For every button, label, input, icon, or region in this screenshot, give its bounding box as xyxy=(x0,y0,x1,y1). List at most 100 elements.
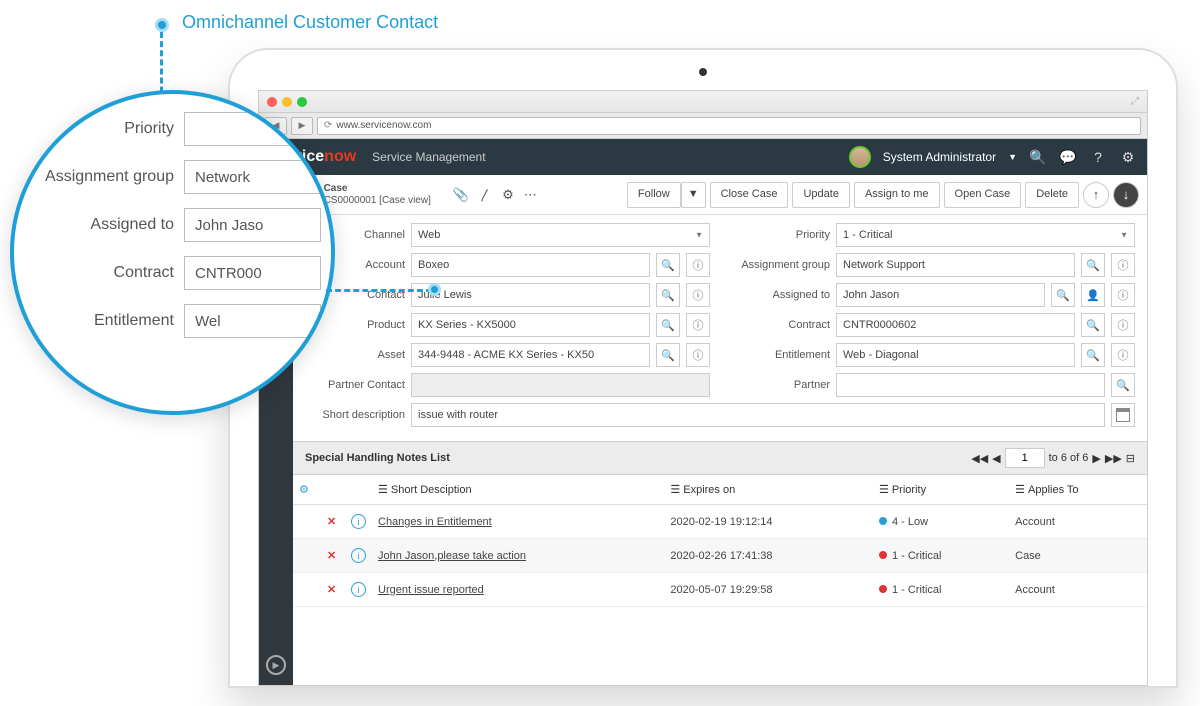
row-desc[interactable]: John Jason,please take action xyxy=(378,550,526,562)
contract-info-icon[interactable]: ⓘ xyxy=(1111,313,1135,337)
row-info-icon[interactable]: i xyxy=(351,548,366,563)
laptop-camera xyxy=(699,68,707,76)
activity-icon[interactable]: 〳 xyxy=(479,185,492,204)
partner-lookup-icon[interactable]: 🔍 xyxy=(1111,373,1135,397)
pager-page-input[interactable] xyxy=(1005,448,1045,468)
settings-icon[interactable]: ⚙ xyxy=(502,187,514,203)
delete-row-icon[interactable]: ✕ xyxy=(327,584,336,596)
attachment-icon[interactable]: 📎 xyxy=(453,187,469,203)
assignment-group-info-icon[interactable]: ⓘ xyxy=(1111,253,1135,277)
asset-field[interactable]: 344-9448 - ACME KX Series - KX50 xyxy=(411,343,650,367)
short-desc-save-icon[interactable] xyxy=(1111,403,1135,427)
row-info-icon[interactable]: i xyxy=(351,514,366,529)
short-desc-field[interactable]: issue with router xyxy=(411,403,1105,427)
table-row[interactable]: ✕ i John Jason,please take action 2020-02-2… xyxy=(293,539,1147,573)
user-dropdown-caret[interactable]: ▼ xyxy=(1008,152,1017,162)
assignment-group-label: Assignment group xyxy=(730,259,830,271)
table-row[interactable]: ✕iUrgent issue reported2020-05-07 19:29:… xyxy=(293,573,1147,607)
pager-last-icon[interactable]: ▶▶ xyxy=(1105,452,1122,465)
row-info-icon[interactable]: i xyxy=(351,582,366,597)
account-lookup-icon[interactable]: 🔍 xyxy=(656,253,680,277)
assigned-to-info-icon[interactable]: ⓘ xyxy=(1111,283,1135,307)
close-case-button[interactable]: Close Case xyxy=(710,182,789,208)
delete-button[interactable]: Delete xyxy=(1025,182,1079,208)
assigned-to-user-icon[interactable]: 👤 xyxy=(1081,283,1105,307)
annotation-dot-target xyxy=(428,283,441,296)
priority-label: Priority xyxy=(730,229,830,241)
delete-row-icon[interactable]: ✕ xyxy=(327,516,336,528)
assignment-group-lookup-icon[interactable]: 🔍 xyxy=(1081,253,1105,277)
product-lookup-icon[interactable]: 🔍 xyxy=(656,313,680,337)
entitlement-lookup-icon[interactable]: 🔍 xyxy=(1081,343,1105,367)
case-form: Channel Web Priority 1 - Critical Accoun… xyxy=(293,215,1147,441)
more-icon[interactable]: ⋯ xyxy=(524,187,537,203)
asset-lookup-icon[interactable]: 🔍 xyxy=(656,343,680,367)
zoom-assigned-to-field: John Jaso xyxy=(184,208,321,242)
row-desc[interactable]: Changes in Entitlement xyxy=(378,516,492,528)
row-priority: 4 - Low xyxy=(873,505,1009,539)
play-icon[interactable]: ▶ xyxy=(266,655,286,675)
account-field[interactable]: Boxeo xyxy=(411,253,650,277)
expand-icon[interactable]: ⤢ xyxy=(1131,96,1139,107)
help-icon[interactable]: ? xyxy=(1089,148,1107,166)
contract-field[interactable]: CNTR0000602 xyxy=(836,313,1075,337)
user-name[interactable]: System Administrator xyxy=(883,150,996,164)
delete-row-icon[interactable]: ✕ xyxy=(327,550,336,562)
follow-dropdown[interactable]: ▼ xyxy=(681,182,706,208)
entitlement-label: Entitlement xyxy=(730,349,830,361)
col-priority[interactable]: Priority xyxy=(892,484,926,496)
assigned-to-lookup-icon[interactable]: 🔍 xyxy=(1051,283,1075,307)
entitlement-field[interactable]: Web - Diagonal xyxy=(836,343,1075,367)
case-toolbar: ☰ Case CS0000001 [Case view] 📎 〳 ⚙ ⋯ Fol… xyxy=(293,175,1147,215)
product-info-icon[interactable]: ⓘ xyxy=(686,313,710,337)
partner-field[interactable] xyxy=(836,373,1105,397)
row-priority: 1 - Critical xyxy=(873,573,1009,607)
update-button[interactable]: Update xyxy=(792,182,849,208)
avatar[interactable] xyxy=(849,146,871,168)
partner-contact-field xyxy=(411,373,710,397)
top-nav: servicenow Service Management System Adm… xyxy=(259,139,1147,175)
table-row[interactable]: ✕ i Changes in Entitlement 2020-02-19 19:12… xyxy=(293,505,1147,539)
table-gear-icon[interactable]: ⚙ xyxy=(299,484,309,496)
next-record-button[interactable]: ↓ xyxy=(1113,182,1139,208)
notes-title: Special Handling Notes List xyxy=(305,452,450,464)
assigned-to-field[interactable]: John Jason xyxy=(836,283,1045,307)
row-expires: 2020-02-19 19:12:14 xyxy=(664,505,873,539)
prev-record-button[interactable]: ↑ xyxy=(1083,182,1109,208)
pager-prev-icon[interactable]: ◀ xyxy=(992,452,1000,465)
assign-to-me-button[interactable]: Assign to me xyxy=(854,182,940,208)
contact-lookup-icon[interactable]: 🔍 xyxy=(656,283,680,307)
channel-select[interactable]: Web xyxy=(411,223,710,247)
case-label: Case xyxy=(324,183,431,195)
account-info-icon[interactable]: ⓘ xyxy=(686,253,710,277)
row-applies: Account xyxy=(1009,573,1147,607)
pager-collapse-icon[interactable]: ⊟ xyxy=(1126,452,1135,465)
pager-first-icon[interactable]: ◀◀ xyxy=(971,452,988,465)
url-input[interactable]: ⟳ www.servicenow.com xyxy=(317,117,1141,135)
zoom-contract-label: Contract xyxy=(24,264,174,282)
col-short-desc[interactable]: Short Desciption xyxy=(391,484,472,496)
contact-info-icon[interactable]: ⓘ xyxy=(686,283,710,307)
contract-lookup-icon[interactable]: 🔍 xyxy=(1081,313,1105,337)
browser-url-bar: ◀ ▶ ⟳ www.servicenow.com xyxy=(259,113,1147,139)
chat-icon[interactable]: 💬 xyxy=(1059,148,1077,166)
annotation-text: Omnichannel Customer Contact xyxy=(182,12,438,33)
priority-select[interactable]: 1 - Critical xyxy=(836,223,1135,247)
contact-field[interactable]: Julie Lewis xyxy=(411,283,650,307)
pager-next-icon[interactable]: ▶ xyxy=(1092,452,1100,465)
search-icon[interactable]: 🔍 xyxy=(1029,148,1047,166)
col-expires[interactable]: Expires on xyxy=(683,484,735,496)
asset-info-icon[interactable]: ⓘ xyxy=(686,343,710,367)
follow-button[interactable]: Follow xyxy=(627,182,681,208)
row-expires: 2020-02-26 17:41:38 xyxy=(664,539,873,573)
assignment-group-field[interactable]: Network Support xyxy=(836,253,1075,277)
entitlement-info-icon[interactable]: ⓘ xyxy=(1111,343,1135,367)
product-field[interactable]: KX Series - KX5000 xyxy=(411,313,650,337)
open-case-button[interactable]: Open Case xyxy=(944,182,1022,208)
zoom-contract-field: CNTR000 xyxy=(184,256,321,290)
row-desc[interactable]: Urgent issue reported xyxy=(378,584,484,596)
col-applies[interactable]: Applies To xyxy=(1028,484,1079,496)
gear-icon[interactable]: ⚙ xyxy=(1119,148,1137,166)
case-title: Case CS0000001 [Case view] xyxy=(324,183,431,207)
main-panel: ☰ Case CS0000001 [Case view] 📎 〳 ⚙ ⋯ Fol… xyxy=(293,175,1147,685)
